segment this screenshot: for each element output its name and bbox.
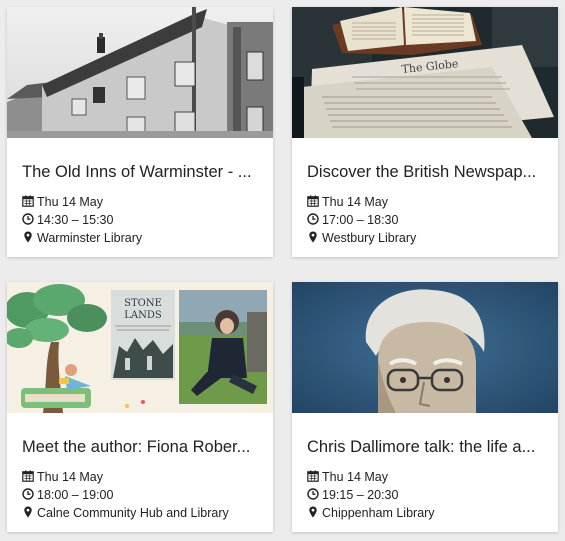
events-grid: The Old Inns of Warminster - ... Thu 14 …	[0, 0, 565, 541]
calendar-icon	[307, 470, 319, 482]
event-time: 17:00 – 18:30	[307, 212, 398, 228]
event-title[interactable]: Meet the author: Fiona Rober...	[22, 437, 262, 457]
event-card[interactable]: The Old Inns of Warminster - ... Thu 14 …	[7, 7, 273, 257]
event-image-author[interactable]: STONE LANDS	[7, 282, 273, 413]
event-title[interactable]: The Old Inns of Warminster - ...	[22, 162, 262, 182]
event-date-text: Thu 14 May	[322, 470, 389, 484]
clock-icon	[307, 488, 319, 500]
calendar-icon	[22, 195, 34, 207]
event-card[interactable]: STONE LANDS Meet the author: Fiona Rober…	[7, 282, 273, 532]
clock-icon	[307, 213, 319, 225]
map-marker-icon	[24, 506, 32, 518]
book-title-line2: LANDS	[124, 310, 162, 321]
event-location-text: Warminster Library	[37, 231, 143, 245]
event-time-text: 17:00 – 18:30	[322, 213, 399, 227]
event-time-text: 18:00 – 19:00	[37, 488, 114, 502]
event-location: Calne Community Hub and Library	[22, 505, 229, 521]
clock-icon	[22, 213, 34, 225]
event-title[interactable]: Chris Dallimore talk: the life a...	[307, 437, 547, 457]
calendar-icon	[307, 195, 319, 207]
event-time: 19:15 – 20:30	[307, 487, 398, 503]
event-image-old-inn[interactable]	[7, 7, 273, 138]
calendar-icon	[22, 470, 34, 482]
event-card[interactable]: Chris Dallimore talk: the life a... Thu …	[292, 282, 558, 532]
event-image-newspapers[interactable]: The Globe	[292, 7, 558, 138]
event-time-text: 19:15 – 20:30	[322, 488, 399, 502]
event-date: Thu 14 May	[307, 194, 388, 210]
event-date-text: Thu 14 May	[322, 195, 389, 209]
map-marker-icon	[309, 506, 317, 518]
event-time: 18:00 – 19:00	[22, 487, 113, 503]
event-image-portrait[interactable]	[292, 282, 558, 413]
event-card[interactable]: The Globe Discover the British Newspap..…	[292, 7, 558, 257]
event-date-text: Thu 14 May	[37, 195, 104, 209]
event-date-text: Thu 14 May	[37, 470, 104, 484]
book-title-line1: STONE	[124, 298, 162, 309]
event-location: Warminster Library	[22, 230, 142, 246]
map-marker-icon	[309, 231, 317, 243]
event-location: Chippenham Library	[307, 505, 435, 521]
event-location-text: Chippenham Library	[322, 506, 435, 520]
event-location: Westbury Library	[307, 230, 416, 246]
event-title[interactable]: Discover the British Newspap...	[307, 162, 547, 182]
clock-icon	[22, 488, 34, 500]
event-date: Thu 14 May	[307, 469, 388, 485]
map-marker-icon	[24, 231, 32, 243]
event-date: Thu 14 May	[22, 469, 103, 485]
event-date: Thu 14 May	[22, 194, 103, 210]
event-time: 14:30 – 15:30	[22, 212, 113, 228]
event-location-text: Calne Community Hub and Library	[37, 506, 229, 520]
event-time-text: 14:30 – 15:30	[37, 213, 114, 227]
event-location-text: Westbury Library	[322, 231, 417, 245]
